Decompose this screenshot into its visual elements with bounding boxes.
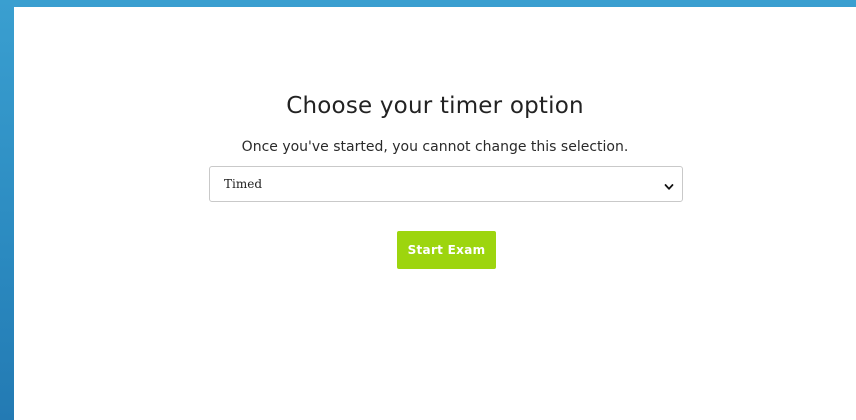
chevron-down-icon [664,179,674,190]
page-subtitle: Once you've started, you cannot change t… [241,139,629,155]
timer-option-selected-value: Timed [224,177,263,191]
timer-option-select[interactable]: Timed [209,166,683,202]
start-exam-button[interactable]: Start Exam [397,231,496,269]
page-title: Choose your timer option [286,93,584,119]
content-panel: Choose your timer option Once you've sta… [14,7,856,420]
